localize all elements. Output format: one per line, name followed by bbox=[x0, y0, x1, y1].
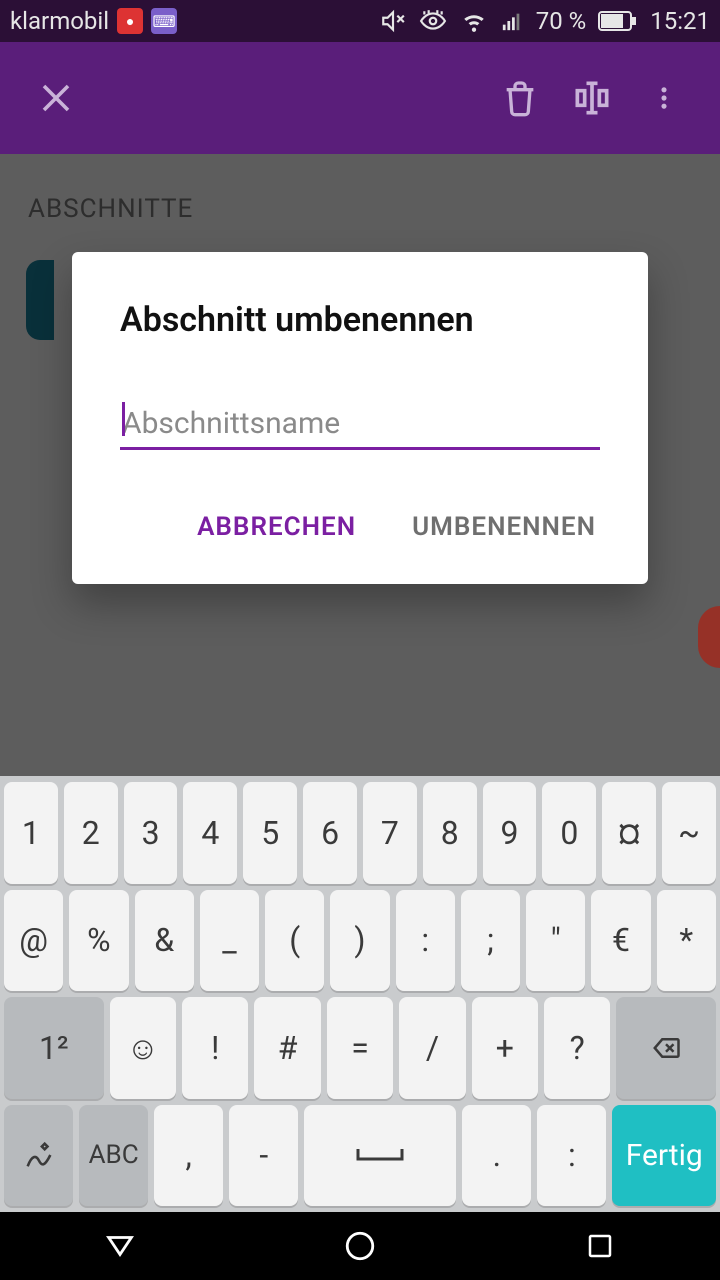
key-space[interactable] bbox=[304, 1105, 456, 1207]
overflow-menu-button[interactable] bbox=[628, 62, 700, 134]
close-button[interactable] bbox=[20, 62, 92, 134]
key-~[interactable]: ~ bbox=[662, 782, 716, 884]
text-cursor bbox=[122, 402, 125, 436]
dialog-title: Abschnitt umbenennen bbox=[120, 300, 600, 340]
signal-icon bbox=[500, 10, 524, 32]
eye-icon bbox=[418, 8, 448, 34]
key-([interactable]: ( bbox=[265, 890, 324, 992]
key-dash[interactable]: - bbox=[229, 1105, 298, 1207]
key-6[interactable]: 6 bbox=[303, 782, 357, 884]
key-+[interactable]: + bbox=[472, 997, 538, 1099]
key-backspace[interactable] bbox=[616, 997, 716, 1099]
record-indicator-icon: ● bbox=[117, 8, 143, 34]
soft-keyboard: 1234567890¤~ @%&_():;"€* 1² ☺!#=/+? ABC … bbox=[0, 776, 720, 1212]
battery-icon bbox=[598, 11, 638, 31]
key-period[interactable]: . bbox=[462, 1105, 531, 1207]
keyboard-row-4: ABC , - . : Fertig bbox=[4, 1105, 716, 1207]
key-:[interactable]: : bbox=[396, 890, 455, 992]
key-9[interactable]: 9 bbox=[483, 782, 537, 884]
key-#[interactable]: # bbox=[254, 997, 320, 1099]
keyboard-row-3: 1² ☺!#=/+? bbox=[4, 997, 716, 1099]
key-€[interactable]: € bbox=[591, 890, 650, 992]
keyboard-row-2: @%&_():;"€* bbox=[4, 890, 716, 992]
carrier-label: klarmobil bbox=[10, 7, 109, 35]
key-☺[interactable]: ☺ bbox=[110, 997, 176, 1099]
key-abc[interactable]: ABC bbox=[79, 1105, 148, 1207]
key-4[interactable]: 4 bbox=[183, 782, 237, 884]
key-/[interactable]: / bbox=[399, 997, 465, 1099]
key-_[interactable]: _ bbox=[200, 890, 259, 992]
key-handwriting[interactable] bbox=[4, 1105, 73, 1207]
key-¤[interactable]: ¤ bbox=[602, 782, 656, 884]
key-8[interactable]: 8 bbox=[423, 782, 477, 884]
delete-button[interactable] bbox=[484, 62, 556, 134]
nav-recent-button[interactable] bbox=[570, 1223, 630, 1269]
key-@[interactable]: @ bbox=[4, 890, 63, 992]
key-colon[interactable]: : bbox=[537, 1105, 606, 1207]
key-*[interactable]: * bbox=[657, 890, 716, 992]
key-;[interactable]: ; bbox=[461, 890, 520, 992]
rename-dialog: Abschnitt umbenennen ABBRECHEN UMBENENNE… bbox=[72, 252, 648, 584]
app-bar bbox=[0, 42, 720, 154]
wifi-icon bbox=[460, 8, 488, 34]
clock-label: 15:21 bbox=[650, 7, 710, 35]
battery-percent: 70 % bbox=[536, 7, 587, 35]
confirm-rename-button[interactable]: UMBENENNEN bbox=[408, 498, 600, 556]
mute-icon bbox=[380, 8, 406, 34]
key-%[interactable]: % bbox=[69, 890, 128, 992]
key-2[interactable]: 2 bbox=[64, 782, 118, 884]
key-3[interactable]: 3 bbox=[124, 782, 178, 884]
nav-home-button[interactable] bbox=[330, 1223, 390, 1269]
key-)[interactable]: ) bbox=[330, 890, 389, 992]
key-&[interactable]: & bbox=[135, 890, 194, 992]
key-=[interactable]: = bbox=[327, 997, 393, 1099]
navigation-bar bbox=[0, 1212, 720, 1280]
key-symbol-page[interactable]: 1² bbox=[4, 997, 104, 1099]
keyboard-row-1: 1234567890¤~ bbox=[4, 782, 716, 884]
nav-back-button[interactable] bbox=[90, 1223, 150, 1269]
key-7[interactable]: 7 bbox=[363, 782, 417, 884]
cancel-button[interactable]: ABBRECHEN bbox=[193, 498, 360, 556]
status-bar: klarmobil ● ⌨ 70 % 15:21 bbox=[0, 0, 720, 42]
key-comma[interactable]: , bbox=[154, 1105, 223, 1207]
keyboard-indicator-icon: ⌨ bbox=[151, 8, 177, 34]
key-"[interactable]: " bbox=[526, 890, 585, 992]
key-5[interactable]: 5 bbox=[243, 782, 297, 884]
rename-button[interactable] bbox=[556, 62, 628, 134]
key-done[interactable]: Fertig bbox=[612, 1105, 716, 1207]
key-1[interactable]: 1 bbox=[4, 782, 58, 884]
section-name-input[interactable] bbox=[120, 400, 600, 450]
key-0[interactable]: 0 bbox=[542, 782, 596, 884]
key-?[interactable]: ? bbox=[544, 997, 610, 1099]
key-![interactable]: ! bbox=[182, 997, 248, 1099]
